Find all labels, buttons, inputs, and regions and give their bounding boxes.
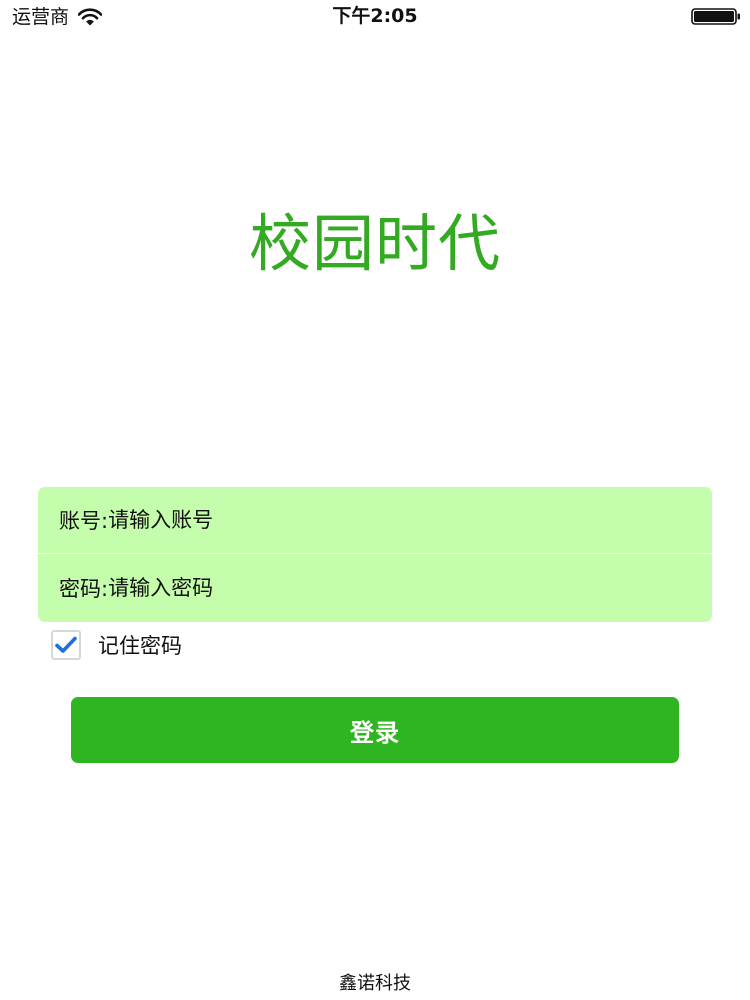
checkmark-icon bbox=[55, 636, 77, 653]
account-field-row: 账号: bbox=[38, 487, 712, 553]
remember-password-checkbox[interactable] bbox=[51, 630, 81, 660]
password-field-row: 密码: bbox=[38, 554, 712, 622]
account-input[interactable] bbox=[108, 500, 692, 540]
password-label: 密码: bbox=[59, 577, 109, 601]
status-bar: 运营商 下午2:05 bbox=[0, 0, 750, 34]
app-title: 校园时代 bbox=[248, 207, 501, 280]
login-form: 账号: 密码: bbox=[38, 487, 712, 622]
account-label: 账号: bbox=[59, 509, 109, 533]
battery-icon bbox=[691, 8, 741, 25]
status-time: 下午2:05 bbox=[332, 5, 418, 27]
footer-company: 鑫诺科技 bbox=[339, 973, 411, 994]
remember-password-row[interactable]: 记住密码 bbox=[51, 629, 182, 661]
password-input[interactable] bbox=[108, 568, 692, 608]
login-button[interactable]: 登录 bbox=[71, 697, 679, 763]
remember-password-label: 记住密码 bbox=[98, 634, 182, 658]
